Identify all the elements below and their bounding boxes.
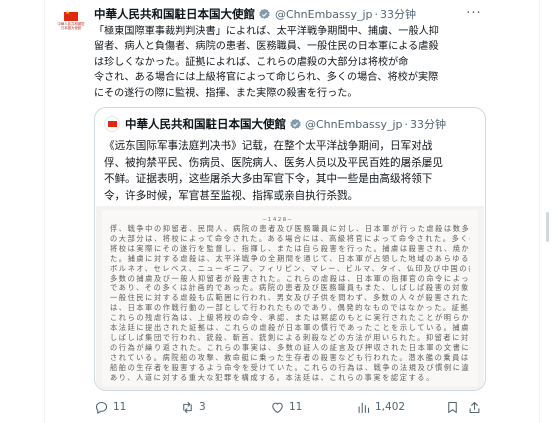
tweet-text-line: 令され、ある場合には上級将官によって命じられ、多くの場合、将校が実際 xyxy=(94,72,439,84)
tweet-text-line: 「極東国際軍事裁判判決書」によれば、太平洋戦争期間中、捕虜、一般人抑 xyxy=(94,26,439,37)
document-image[interactable]: －１４２８－ 俘、戦争中の抑留者、民間人、病院の患者及び医務職員に対し、日本軍が… xyxy=(96,206,484,390)
quoted-timestamp: 33分钟 xyxy=(410,118,447,131)
view-count: 1,402 xyxy=(375,401,406,413)
document-line: の行為が繰り返された。これらの事実は、多数の証人の証言及び押収された日本軍の文書… xyxy=(110,342,470,352)
quoted-user-handle: @ChnEmbassy_jp xyxy=(305,117,403,131)
document-line: あり、人道に対する重大な犯罪を構成する。本法廷は、これらの事実を認定する。 xyxy=(110,372,435,382)
quoted-tweet-card[interactable]: 中華人民共和国駐日本国大使館 @ChnEmbassy_jp · 33分钟 《远东… xyxy=(94,107,486,391)
quoted-text-line: 令，许多时候，军官甚至监视、指挥或亲自执行杀戮。 xyxy=(104,189,359,202)
like-count: 11 xyxy=(289,401,303,413)
tweet-feed: 中華人民共和國駐日本國大使館 中華人民共和国駐日本国大使館 @ChnEmbass… xyxy=(0,0,553,423)
quoted-tweet-text: 《远东国际军事法庭判决书》记载，在整个太平洋战争期间，日军对战 俘、被拘禁平民、… xyxy=(104,138,476,204)
share-icon xyxy=(469,401,480,413)
document-line: 一般住民に対する虐殺も広範囲に行われ、男女及び子供を問わず、多数の人々が殺害され… xyxy=(110,293,470,303)
tweet-header: 中華人民共和国駐日本国大使館 @ChnEmbassy_jp · 33分钟 xyxy=(94,6,416,22)
reply-icon xyxy=(95,401,108,414)
document-line: ボルネオ、セレベス、ニューギニア、フィリピン、マレー、ビルマ、タイ、仏印及び中国… xyxy=(110,263,470,273)
document-line: 船舶の生存者を殺害するよう命令を受けていた。これらの行為は、戦争の法規及び慣例に… xyxy=(110,362,470,372)
document-line: しばしば集団で行われ、銃殺、斬首、銃剣による刺殺などの方法が用いられた。抑留者に… xyxy=(110,332,470,342)
document-line: 本法廷に提出された証拠は、これらの虐殺が日本軍の慣行であったことを示している。捕… xyxy=(110,323,470,333)
tweet-actions: 11 3 11 1,402 xyxy=(94,398,486,416)
document-line: であり、その多くは計画的であった。病院の患者及び医務職員もまた、しばしば殺害の対… xyxy=(110,283,470,293)
quoted-avatar xyxy=(104,116,120,132)
timestamp[interactable]: 33分钟 xyxy=(380,6,416,22)
document-line: これらの残虐行為は、上級将校の命令、承認、または黙認のもとに実行されたことが明ら… xyxy=(110,313,470,323)
tweet-text-line: は珍しくなかった。証拠によれば、これらの虐殺の大部分は将校が命 xyxy=(94,56,409,68)
bookmark-button[interactable] xyxy=(445,398,464,416)
verified-badge-icon xyxy=(258,8,271,21)
document-page: －１４２８－ 俘、戦争中の抑留者、民間人、病院の患者及び医務職員に対し、日本軍が… xyxy=(102,210,478,386)
header-separator: · xyxy=(404,117,409,131)
retweet-count: 3 xyxy=(199,401,206,413)
flag-icon xyxy=(107,121,117,127)
document-text: 俘、戦争中の抑留者、民間人、病院の患者及び医務職員に対し、日本軍が行った虐殺は数… xyxy=(110,224,470,383)
quoted-text-line: 不鲜。证据表明，这些屠杀大多由军官下令，其中一些是由高级将领下 xyxy=(104,173,433,186)
quoted-text-line: 《远东国际军事法庭判决书》记载，在整个太平洋战争期间，日军对战 xyxy=(104,140,433,152)
timeline-left-border xyxy=(44,0,45,423)
reply-button[interactable]: 11 xyxy=(94,398,126,416)
document-page-number: －１４２８－ xyxy=(262,217,293,223)
more-options-button[interactable]: ··· xyxy=(463,4,485,22)
document-line: た。捕虜に対する虐殺は、太平洋戦争の全期間を通じて、日本軍が占領した地域のあらゆ… xyxy=(110,253,470,263)
flag-icon xyxy=(64,9,78,21)
document-line: は、日本軍の作戦行動の一部として行われたものであり、偶発的なものではなかった。証… xyxy=(110,303,470,313)
tweet-text-line: 留者、病人と負傷者、病院の患者、医務職員、一般住民の日本軍による虐殺 xyxy=(94,41,439,53)
header-separator: · xyxy=(374,7,379,21)
user-handle[interactable]: @ChnEmbassy_jp xyxy=(275,8,373,21)
quoted-tweet-header: 中華人民共和国駐日本国大使館 @ChnEmbassy_jp · 33分钟 xyxy=(104,116,446,132)
document-line: 多数の捕虜及び一般人抑留者が殺害された。これらの虐殺は、日本軍の指揮官の命令によ… xyxy=(110,273,470,283)
retweet-icon xyxy=(183,401,192,413)
retweet-button[interactable]: 3 xyxy=(180,398,206,416)
bookmark-icon xyxy=(448,401,457,413)
timeline-right-border xyxy=(539,0,540,423)
scrollbar-thumb[interactable] xyxy=(546,212,549,242)
share-button[interactable] xyxy=(467,398,486,416)
avatar-emblem-text: 中華人民共和國駐日本國大使館 xyxy=(57,22,85,31)
avatar[interactable]: 中華人民共和國駐日本國大使館 xyxy=(56,9,86,40)
reply-count: 11 xyxy=(113,401,127,413)
tweet-text-line: にその遂行の際に監視、指揮、また実際の殺害を行った。 xyxy=(94,87,358,99)
document-line: されている。病院船の攻撃、救命艇に乗った生存者の殺害なども行われた。潜水艦の乗員… xyxy=(110,352,470,362)
document-line: の大部分は、将校によって命令された。ある場合には、高級将官によって命令された。多… xyxy=(110,233,470,243)
display-name[interactable]: 中華人民共和国駐日本国大使館 xyxy=(94,6,255,22)
document-line: 将校は実際にその遂行を監督し、指揮し、または自ら殺害を行った。捕虜は殺害され、焼… xyxy=(110,243,470,253)
tweet-text: 「極東国際軍事裁判判決書」によれば、太平洋戦争期間中、捕虜、一般人抑 留者、病人… xyxy=(94,24,486,101)
like-button[interactable]: 11 xyxy=(270,398,302,416)
heart-icon xyxy=(272,402,283,413)
quoted-display-name: 中華人民共和国駐日本国大使館 xyxy=(125,117,286,131)
quoted-text-line: 俘、被拘禁平民、伤病员、医院病人、医务人员以及平民百姓的屠杀屡见 xyxy=(104,156,443,169)
views-icon xyxy=(358,402,370,413)
views-button[interactable]: 1,402 xyxy=(356,398,405,416)
verified-badge-icon xyxy=(289,118,302,131)
document-line: 俘、戦争中の抑留者、民間人、病院の患者及び医務職員に対し、日本軍が行った虐殺は数… xyxy=(110,224,470,233)
